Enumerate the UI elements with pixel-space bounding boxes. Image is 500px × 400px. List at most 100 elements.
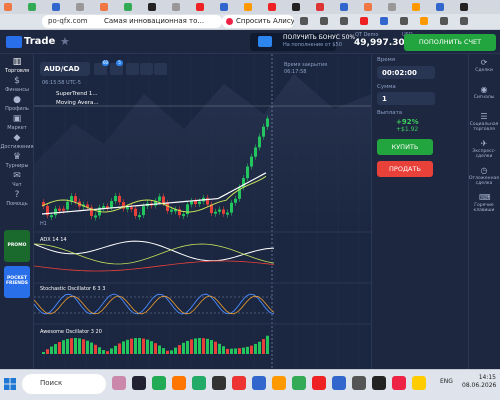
right-sidebar-item-2[interactable]: ☰ Социальная торговля xyxy=(468,112,500,132)
page-title: Самая инновационная то... xyxy=(104,17,204,25)
browser-tab-icon[interactable] xyxy=(412,3,420,11)
nav-item-0[interactable]: ▥ Торговля xyxy=(0,58,34,74)
browser-tab-icon[interactable] xyxy=(76,3,84,11)
ao-bar xyxy=(206,339,209,354)
right-sidebar-item-1[interactable]: ◉ Сигналы xyxy=(468,85,500,100)
ao-bar xyxy=(242,348,245,354)
browser-extension-icon[interactable] xyxy=(420,17,428,25)
indicator-moving-average[interactable]: Moving Avera... xyxy=(56,100,126,108)
stochastic-label[interactable]: Stochastic Oscillator 6 3 3 xyxy=(40,286,110,294)
adx-label[interactable]: ADX 14 14 xyxy=(40,237,110,245)
browser-tab-icon[interactable] xyxy=(340,3,348,11)
browser-tab-icon[interactable] xyxy=(244,3,252,11)
taskbar-app-icon[interactable] xyxy=(312,376,326,390)
windows-start-icon[interactable] xyxy=(4,378,16,390)
chart-tool-button[interactable] xyxy=(154,63,167,75)
nav-item-5[interactable]: ♛ Турниры xyxy=(0,153,34,169)
taskbar-app-icon[interactable] xyxy=(112,376,126,390)
chart-tool-button[interactable] xyxy=(140,63,153,75)
nav-item-4[interactable]: ◆ Достижения xyxy=(0,134,34,150)
browser-tab-icon[interactable] xyxy=(460,3,468,11)
taskbar-app-icon[interactable] xyxy=(232,376,246,390)
browser-tab-icon[interactable] xyxy=(28,3,36,11)
right-sidebar-item-5[interactable]: ⌨ Горячие клавиши xyxy=(468,193,500,213)
taskbar-app-icon[interactable] xyxy=(212,376,226,390)
taskbar-app-icon[interactable] xyxy=(332,376,346,390)
ao-bar xyxy=(218,344,221,354)
nav-item-6[interactable]: ✉ Чат xyxy=(0,172,34,188)
taskbar-app-icon[interactable] xyxy=(272,376,286,390)
browser-extension-icon[interactable] xyxy=(320,17,328,25)
indicator-supertrend[interactable]: SuperTrend 1... xyxy=(56,91,126,99)
taskbar-app-icon[interactable] xyxy=(152,376,166,390)
taskbar-app-icon[interactable] xyxy=(192,376,206,390)
browser-tab-icon[interactable] xyxy=(316,3,324,11)
ao-bar xyxy=(102,350,105,354)
ao-bar xyxy=(170,350,173,354)
browser-extension-icon[interactable] xyxy=(300,17,308,25)
browser-tab-icon[interactable] xyxy=(268,3,276,11)
taskbar-app-icon[interactable] xyxy=(292,376,306,390)
browser-extension-icon[interactable] xyxy=(400,17,408,25)
awesome-oscillator-label[interactable]: Awesome Oscillator 3 20 xyxy=(40,329,110,337)
taskbar-app-icon[interactable] xyxy=(352,376,366,390)
clock[interactable]: 14:15 08.06.2026 xyxy=(462,374,496,390)
time-field[interactable]: 00:02:00 xyxy=(377,66,435,79)
candle xyxy=(234,199,237,203)
right-sidebar-item-0[interactable]: ⟳ Сделки xyxy=(468,58,500,73)
nav-item-1[interactable]: $ Финансы xyxy=(0,77,34,93)
taskbar-app-icon[interactable] xyxy=(252,376,266,390)
taskbar-app-icon[interactable] xyxy=(412,376,426,390)
browser-tab-icon[interactable] xyxy=(364,3,372,11)
browser-tab-icon[interactable] xyxy=(196,3,204,11)
timeframe-label[interactable]: H1 xyxy=(40,221,110,229)
browser-extension-icon[interactable] xyxy=(440,17,448,25)
nav-item-3[interactable]: ▣ Маркет xyxy=(0,115,34,131)
star-icon[interactable]: ★ xyxy=(60,35,70,48)
buy-button[interactable]: КУПИТЬ xyxy=(377,139,433,155)
right-sidebar-item-4[interactable]: ◷ Отложенная сделка xyxy=(468,166,500,186)
browser-tab-icon[interactable] xyxy=(436,3,444,11)
candle xyxy=(54,209,57,215)
nav-item-label: Торговля xyxy=(0,68,34,74)
alice-button[interactable]: Спросить Алису AI xyxy=(222,15,294,28)
browser-tab-icon[interactable] xyxy=(4,3,12,11)
taskbar-app-icon[interactable] xyxy=(172,376,186,390)
candle xyxy=(226,213,229,215)
amount-field[interactable]: 1 xyxy=(377,92,435,105)
taskbar-app-icon[interactable] xyxy=(132,376,146,390)
right-sidebar-label: Социальная торговля xyxy=(468,122,500,132)
browser-tab-icon[interactable] xyxy=(292,3,300,11)
candle xyxy=(218,210,221,212)
pair-selector[interactable]: AUD/CAD xyxy=(40,62,90,76)
browser-tab-icon[interactable] xyxy=(124,3,132,11)
chat-icon: ✉ xyxy=(12,172,22,181)
ao-bar xyxy=(106,351,109,354)
sell-button[interactable]: ПРОДАТЬ xyxy=(377,161,433,177)
right-sidebar-item-3[interactable]: ✈ Экспресс-сделки xyxy=(468,139,500,159)
browser-tab-icon[interactable] xyxy=(100,3,108,11)
logo-icon xyxy=(6,36,22,48)
browser-extension-icon[interactable] xyxy=(380,17,388,25)
taskbar-search[interactable]: Поиск xyxy=(22,374,106,394)
nav-item-2[interactable]: ● Профиль xyxy=(0,96,34,112)
language-indicator[interactable]: ENG xyxy=(440,378,453,385)
topup-button[interactable]: ПОПОЛНИТЬ СЧЕТ xyxy=(404,34,496,51)
taskbar-app-icon[interactable] xyxy=(392,376,406,390)
browser-tab-icon[interactable] xyxy=(148,3,156,11)
promo-label: PROMO xyxy=(4,243,30,248)
chart-tool-button[interactable] xyxy=(126,63,139,75)
browser-extension-icon[interactable] xyxy=(340,17,348,25)
candle xyxy=(166,203,169,211)
taskbar-app-icon[interactable] xyxy=(372,376,386,390)
ao-bar xyxy=(130,339,133,354)
browser-tab-icon[interactable] xyxy=(388,3,396,11)
browser-tab-icon[interactable] xyxy=(220,3,228,11)
ao-bar xyxy=(94,345,97,354)
browser-extension-icon[interactable] xyxy=(360,17,368,25)
account-balance[interactable]: 49,997.30 xyxy=(354,38,405,48)
browser-tab-icon[interactable] xyxy=(52,3,60,11)
browser-extension-icon[interactable] xyxy=(460,17,468,25)
nav-item-7[interactable]: ? Помощь xyxy=(0,191,34,207)
browser-tab-icon[interactable] xyxy=(172,3,180,11)
